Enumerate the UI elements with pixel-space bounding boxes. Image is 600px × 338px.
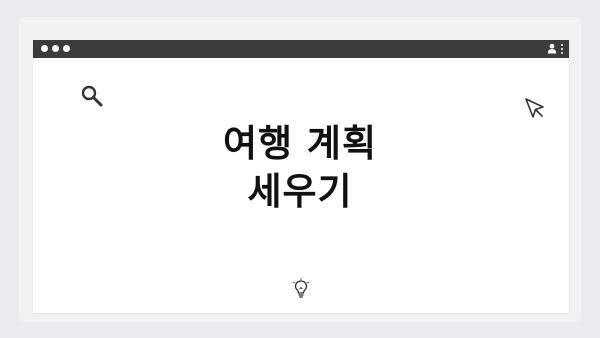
title-line-2: 세우기: [247, 170, 353, 213]
more-vert-icon[interactable]: [561, 43, 563, 54]
minimize-dot[interactable]: [52, 45, 59, 52]
close-dot[interactable]: [41, 45, 48, 52]
slide-title: 여행 계획 세우기: [0, 120, 600, 216]
search-icon: [81, 85, 103, 107]
lightbulb-icon: [292, 278, 310, 298]
cursor-arrow-icon: [525, 98, 544, 118]
titlebar-actions: [547, 43, 563, 54]
window-controls: [41, 45, 70, 52]
user-icon[interactable]: [547, 43, 557, 54]
window-titlebar: [33, 40, 569, 58]
stage: 여행 계획 세우기: [0, 0, 600, 338]
maximize-dot[interactable]: [63, 45, 70, 52]
title-line-1: 여행 계획: [222, 122, 378, 165]
